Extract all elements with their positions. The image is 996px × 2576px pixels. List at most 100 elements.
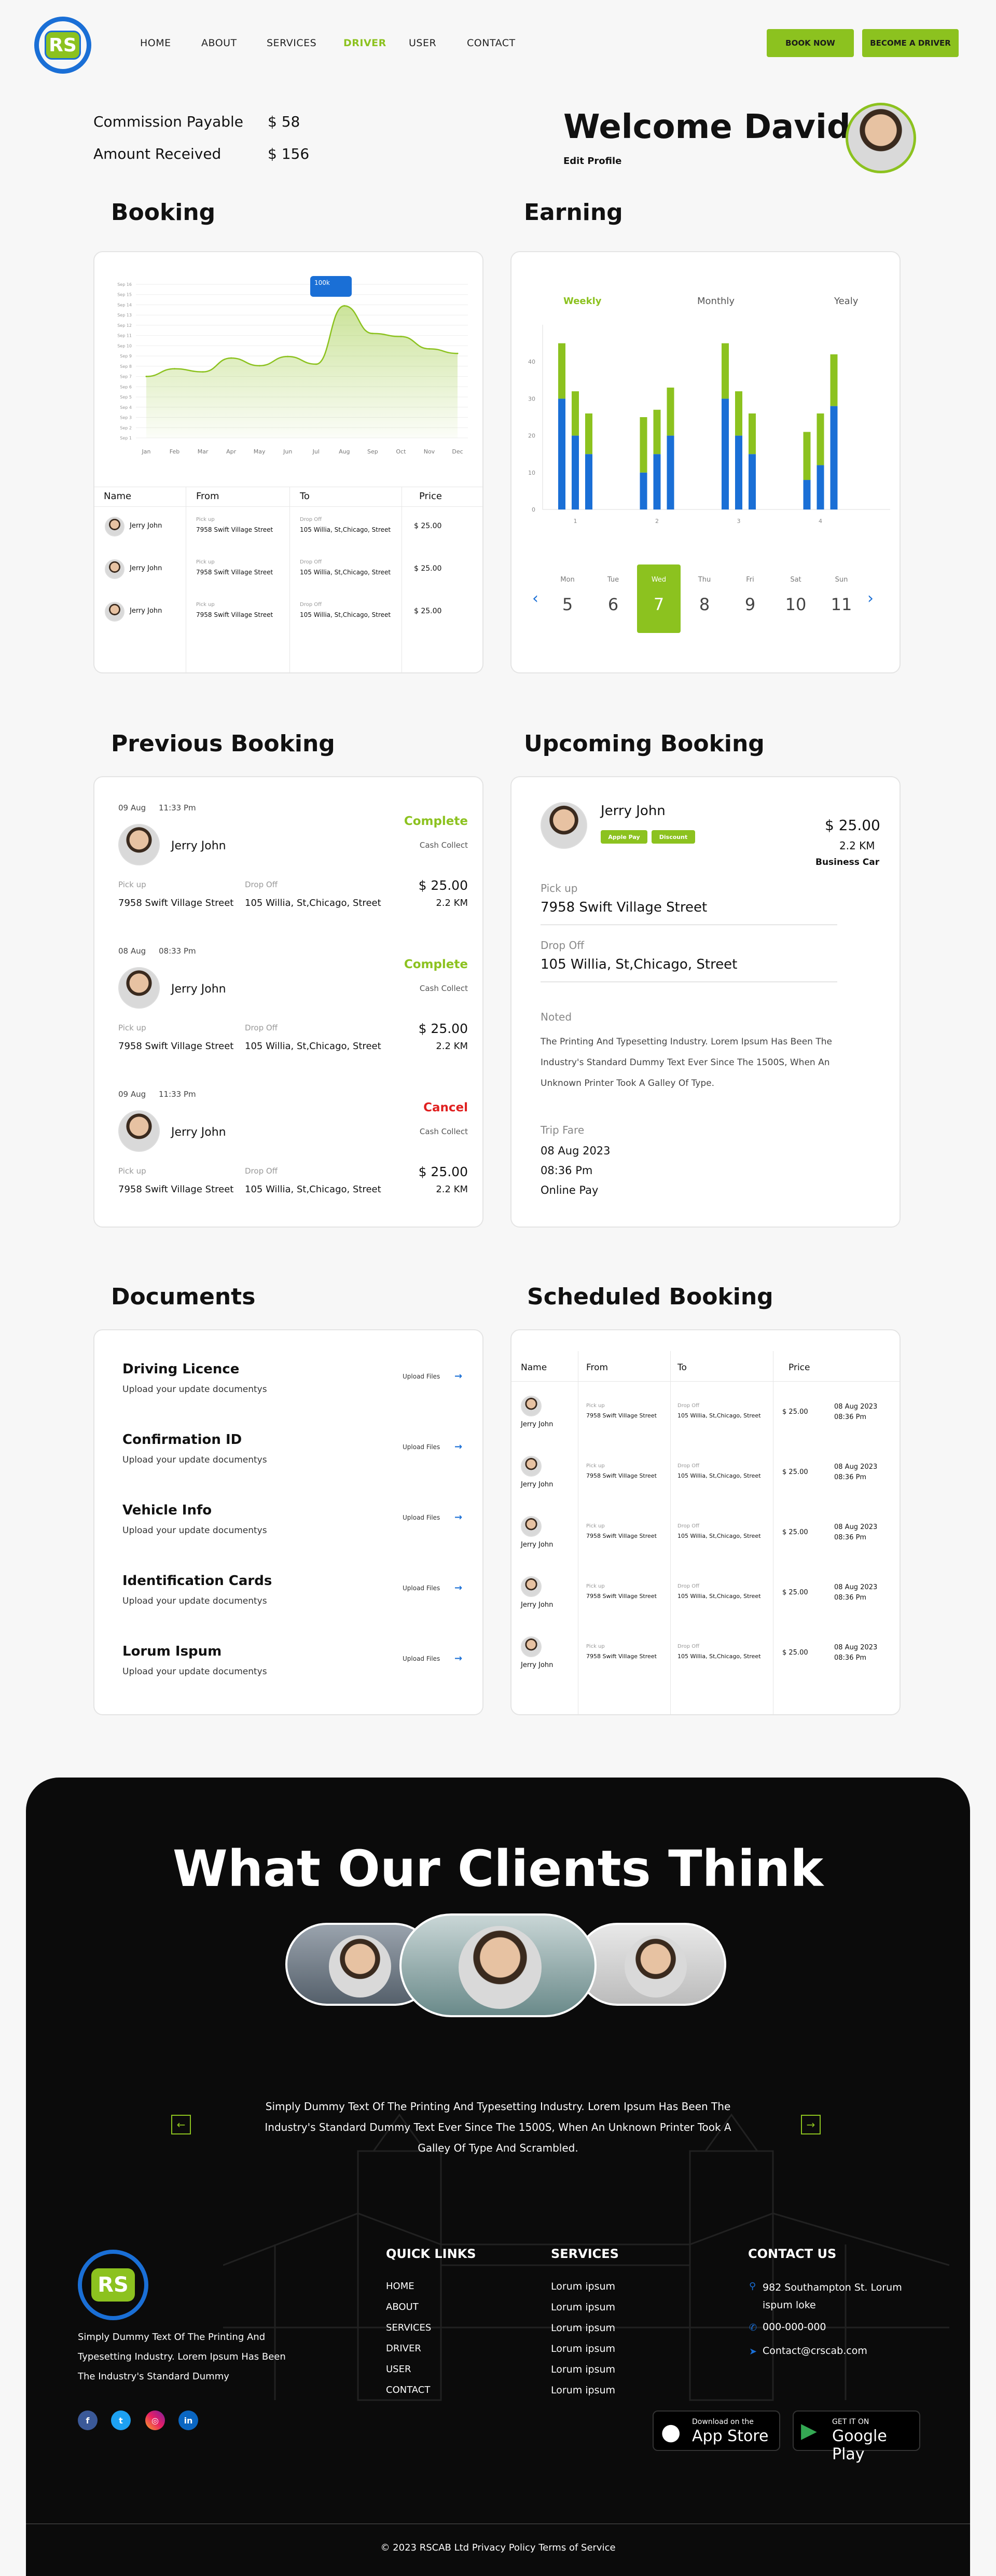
area-point: [428, 348, 430, 350]
scheduled-row-from-label: Pick up: [586, 1463, 605, 1469]
day-fri[interactable]: Fri 9: [728, 564, 772, 633]
upload-files-button[interactable]: Upload Files →: [403, 1371, 470, 1386]
footer-quick-link[interactable]: ABOUT: [386, 2302, 419, 2312]
footer-service-link[interactable]: Lorum ipsum: [551, 2302, 615, 2313]
services-title: SERVICES: [551, 2247, 619, 2261]
prev-week-arrow[interactable]: ‹: [532, 589, 538, 608]
nav-home[interactable]: HOME: [140, 37, 171, 49]
app-store-button[interactable]: ● Download on the App Store: [653, 2410, 780, 2451]
linkedin-icon[interactable]: in: [178, 2410, 198, 2430]
scheduled-row-price: $ 25.00: [782, 1528, 808, 1536]
day-mon[interactable]: Mon 5: [546, 564, 589, 633]
avatar: [521, 1576, 542, 1597]
document-subtitle: Upload your update documentys: [122, 1666, 267, 1677]
x-tick-label: Feb: [170, 448, 179, 455]
scheduled-row-from-label: Pick up: [586, 1403, 605, 1409]
day-sun[interactable]: Sun 11: [820, 564, 863, 633]
document-item: Confirmation ID Upload your update docume…: [122, 1432, 465, 1473]
y-tick-label: Sep 5: [120, 395, 132, 400]
x-tick-label: 1: [574, 518, 577, 525]
client-photo-center[interactable]: [399, 1913, 597, 2017]
booking-row-from-label: Pick up: [196, 602, 215, 608]
footer-service-link[interactable]: Lorum ipsum: [551, 2364, 615, 2375]
day-number: 5: [562, 595, 573, 614]
twitter-icon[interactable]: t: [111, 2410, 131, 2430]
booking-row-price: $ 25.00: [414, 522, 442, 530]
nav-driver[interactable]: DRIVER: [343, 37, 386, 49]
y-tick-label: 40: [528, 359, 535, 365]
day-tue[interactable]: Tue 6: [591, 564, 635, 633]
document-subtitle: Upload your update documentys: [122, 1525, 267, 1536]
day-wed[interactable]: Wed 7: [637, 564, 681, 633]
day-number: 8: [699, 595, 710, 614]
upload-files-button[interactable]: Upload Files →: [403, 1441, 470, 1457]
booking-row-from: 7958 Swift Village Street: [196, 569, 273, 576]
contact-email[interactable]: Contact@crscab.com: [763, 2345, 867, 2357]
footer-about: Simply Dummy Text Of The Printing And Ty…: [78, 2332, 286, 2382]
upload-files-button[interactable]: Upload Files →: [403, 1582, 470, 1598]
tab-weekly[interactable]: Weekly: [563, 296, 602, 307]
nav-services[interactable]: SERVICES: [267, 37, 316, 49]
testimonial-next-arrow[interactable]: →: [801, 2115, 821, 2134]
book-now-button[interactable]: BOOK NOW: [767, 29, 854, 57]
nav-contact[interactable]: CONTACT: [467, 37, 516, 49]
client-photo-right[interactable]: [576, 1923, 726, 2006]
contact-address: 982 Southampton St. Lorum ispum loke: [763, 2282, 902, 2311]
tab-monthly[interactable]: Monthly: [697, 296, 735, 307]
footer-quick-link[interactable]: SERVICES: [386, 2322, 431, 2333]
become-driver-button[interactable]: BECOME A DRIVER: [862, 29, 959, 57]
upload-files-button[interactable]: Upload Files →: [403, 1653, 470, 1669]
day-name: Mon: [560, 576, 575, 584]
footer-logo[interactable]: RS: [78, 2250, 148, 2320]
prev-status: Cancel: [423, 1101, 468, 1114]
tab-yearly[interactable]: Yealy: [834, 296, 858, 307]
upload-files-button[interactable]: Upload Files →: [403, 1512, 470, 1527]
x-tick-label: Apr: [226, 448, 237, 455]
profile-avatar[interactable]: [846, 103, 916, 173]
day-thu[interactable]: Thu 8: [683, 564, 726, 633]
scheduled-row-date: 08 Aug 2023: [834, 1523, 878, 1531]
prev-distance: 2.2 KM: [436, 1041, 468, 1052]
scheduled-row-to: 105 Willia, St,Chicago, Street: [677, 1533, 761, 1539]
nav-user[interactable]: USER: [409, 37, 436, 49]
footer-service-link[interactable]: Lorum ipsum: [551, 2385, 615, 2396]
noted-text: The Printing And Typesetting Industry. L…: [541, 1037, 832, 1089]
testimonial-prev-arrow[interactable]: ←: [171, 2115, 191, 2134]
footer-quick-link[interactable]: HOME: [386, 2281, 414, 2292]
google-play-button[interactable]: ▶ GET IT ON Google Play: [793, 2410, 920, 2463]
bar-green: [572, 391, 579, 436]
footer-quick-link[interactable]: DRIVER: [386, 2343, 421, 2354]
scheduled-row-time: 08:36 Pm: [834, 1534, 867, 1541]
scheduled-row-to: 105 Willia, St,Chicago, Street: [677, 1412, 761, 1419]
booking-row-name: Jerry John: [130, 522, 162, 530]
document-title: Driving Licence: [122, 1361, 240, 1377]
footer-service-link[interactable]: Lorum ipsum: [551, 2281, 615, 2292]
footer-service-link[interactable]: Lorum ipsum: [551, 2322, 615, 2334]
scheduled-row-time: 08:36 Pm: [834, 1654, 867, 1662]
prev-time: 11:33 Pm: [159, 803, 196, 812]
day-sat[interactable]: Sat 10: [774, 564, 818, 633]
y-tick-label: Sep 6: [120, 384, 132, 389]
site-logo[interactable]: RS: [34, 17, 91, 74]
bar-blue: [572, 435, 579, 509]
area-point: [343, 305, 345, 307]
nav-about[interactable]: ABOUT: [201, 37, 237, 49]
footer-service-link[interactable]: Lorum ipsum: [551, 2343, 615, 2354]
booking-row-to: 105 Willia, St,Chicago, Street: [300, 569, 391, 576]
mail-icon: ➤: [749, 2346, 757, 2357]
scheduled-row-to: 105 Willia, St,Chicago, Street: [677, 1653, 761, 1660]
scheduled-row-time: 08:36 Pm: [834, 1473, 867, 1481]
commission-value: $ 58: [268, 113, 300, 130]
footer-quick-link[interactable]: CONTACT: [386, 2385, 430, 2395]
footer-quick-link[interactable]: USER: [386, 2364, 411, 2375]
play-icon: ▶: [801, 2419, 817, 2443]
quick-links-title: QUICK LINKS: [386, 2247, 476, 2261]
contact-phone[interactable]: 000-000-000: [763, 2321, 826, 2333]
edit-profile-link[interactable]: Edit Profile: [563, 156, 621, 167]
facebook-icon[interactable]: f: [78, 2410, 98, 2430]
upcoming-price: $ 25.00: [825, 817, 880, 834]
copyright: © 2023 RSCAB Ltd Privacy Policy Terms of…: [380, 2542, 616, 2553]
next-week-arrow[interactable]: ›: [867, 589, 874, 608]
prev-payment: Cash Collect: [419, 984, 468, 993]
instagram-icon[interactable]: ◎: [145, 2410, 165, 2430]
